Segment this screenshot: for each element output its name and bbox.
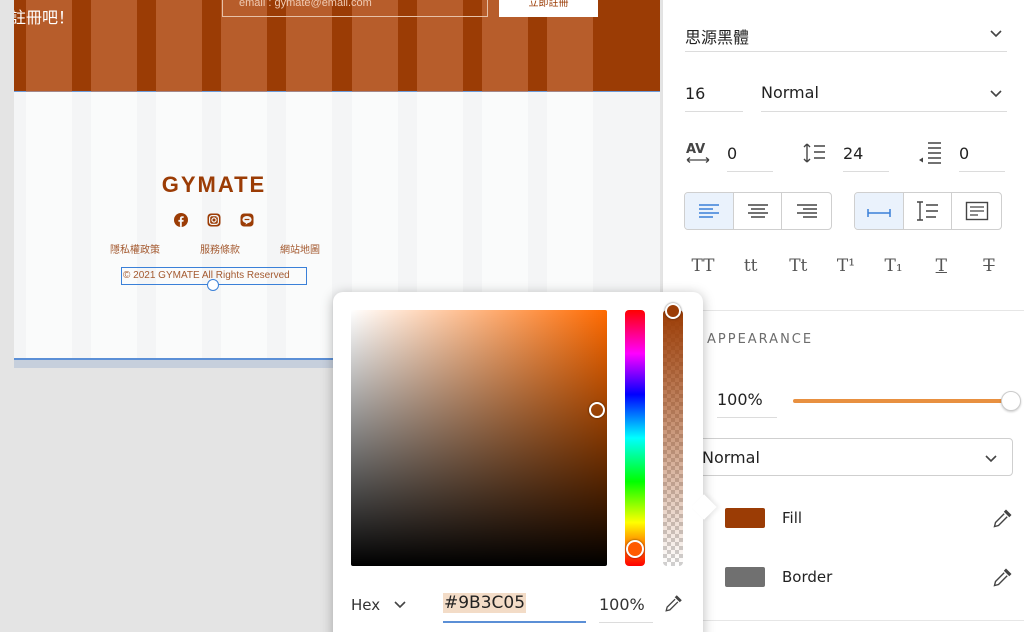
strikethrough-button[interactable]: T [971, 256, 1007, 276]
blend-mode-value: Normal [702, 448, 760, 467]
hue-slider-handle[interactable] [626, 540, 644, 558]
subscript-button[interactable]: T₁ [876, 256, 912, 276]
social-links [174, 213, 254, 227]
svg-text:AV: AV [686, 142, 705, 157]
alpha-slider[interactable] [663, 310, 683, 566]
auto-width-icon [867, 209, 891, 217]
signup-banner[interactable]: 註冊吧！ email : gymate@email.com 立即註冊 [14, 0, 660, 92]
underline-button[interactable]: T [923, 256, 959, 276]
align-center-button[interactable] [734, 193, 783, 229]
section-divider [663, 310, 1024, 311]
color-mode-select[interactable]: Hex [351, 596, 380, 614]
chevron-down-icon[interactable] [393, 597, 407, 611]
align-right-icon [796, 204, 817, 218]
opacity-field[interactable]: 100% [717, 384, 777, 418]
alpha-input[interactable]: 100% [599, 591, 653, 623]
footer-links: 隱私權政策 服務條款 網站地圖 [110, 241, 320, 256]
border-label: Border [782, 568, 833, 586]
character-spacing-icon: AV [686, 142, 710, 163]
font-weight-value: Normal [761, 83, 819, 102]
character-spacing: AV 0 [685, 138, 775, 172]
fill-label: Fill [782, 509, 803, 527]
auto-height-icon [916, 201, 938, 221]
eyedropper-icon[interactable] [991, 565, 1015, 589]
sitemap-link[interactable]: 網站地圖 [280, 241, 320, 256]
hue-slider[interactable] [625, 310, 645, 566]
border-swatch[interactable] [725, 567, 765, 587]
text-box-type-group [854, 192, 1002, 230]
section-divider [663, 620, 1024, 621]
all-caps-button[interactable]: TT [685, 256, 721, 276]
line-icon[interactable] [240, 213, 254, 227]
saturation-brightness-handle[interactable] [589, 402, 605, 418]
align-center-icon [747, 204, 768, 218]
chevron-down-icon [990, 30, 1002, 38]
opacity-slider-thumb[interactable] [1001, 391, 1021, 411]
blend-mode-select[interactable]: Normal [693, 438, 1013, 476]
color-picker-popover: Hex #9B3C05 100% [333, 292, 717, 632]
line-spacing: 24 [801, 138, 891, 172]
eyedropper-icon[interactable] [663, 592, 685, 614]
chevron-down-icon [990, 90, 1002, 98]
text-resize-handle[interactable] [207, 279, 219, 291]
alpha-slider-handle[interactable] [665, 303, 681, 319]
title-case-button[interactable]: Tt [780, 256, 816, 276]
line-spacing-icon [803, 143, 825, 163]
fixed-size-icon [965, 201, 988, 221]
eyedropper-icon[interactable] [991, 506, 1015, 530]
font-family-value: 思源黑體 [685, 28, 750, 47]
text-align-group [684, 192, 832, 230]
font-family-select[interactable]: 思源黑體 [685, 18, 1007, 52]
saturation-brightness-area[interactable] [351, 310, 607, 566]
auto-height-button[interactable] [904, 193, 953, 229]
align-right-button[interactable] [782, 193, 831, 229]
text-style-buttons: TT tt Tt T¹ T₁ T T [685, 256, 1007, 276]
fill-swatch[interactable] [725, 508, 765, 528]
align-left-button[interactable] [685, 193, 734, 229]
hex-input[interactable]: #9B3C05 [443, 591, 586, 623]
auto-width-button[interactable] [855, 193, 904, 229]
instagram-icon[interactable] [207, 213, 221, 227]
signup-button[interactable]: 立即註冊 [499, 0, 598, 17]
appearance-title: APPEARANCE [707, 332, 814, 347]
character-spacing-field[interactable]: 0 [727, 138, 773, 172]
paragraph-spacing: 0 [917, 138, 1007, 172]
opacity-slider[interactable] [793, 399, 1009, 403]
font-weight-select[interactable]: Normal [761, 78, 1007, 112]
align-left-icon [698, 204, 719, 218]
paragraph-spacing-icon [919, 142, 941, 164]
email-input[interactable]: email : gymate@email.com [222, 0, 488, 17]
privacy-policy-link[interactable]: 隱私權政策 [110, 241, 160, 256]
signup-cta-text: 註冊吧！ [14, 8, 75, 27]
line-spacing-field[interactable]: 24 [843, 138, 889, 172]
property-inspector: 思源黑體 16 Normal AV 0 24 0 TT tt Tt T¹ T₁ … [662, 0, 1024, 632]
font-size-field[interactable]: 16 [685, 78, 743, 112]
fixed-size-button[interactable] [952, 193, 1001, 229]
facebook-icon[interactable] [174, 213, 188, 227]
lowercase-button[interactable]: tt [733, 256, 769, 276]
superscript-button[interactable]: T¹ [828, 256, 864, 276]
hex-value: #9B3C05 [443, 593, 527, 613]
footer-logo: GYMATE [161, 172, 267, 197]
terms-of-service-link[interactable]: 服務條款 [200, 241, 240, 256]
chevron-down-icon [985, 455, 997, 463]
paragraph-spacing-field[interactable]: 0 [959, 138, 1005, 172]
app-window: 註冊吧！ email : gymate@email.com 立即註冊 GYMAT… [0, 0, 1024, 632]
